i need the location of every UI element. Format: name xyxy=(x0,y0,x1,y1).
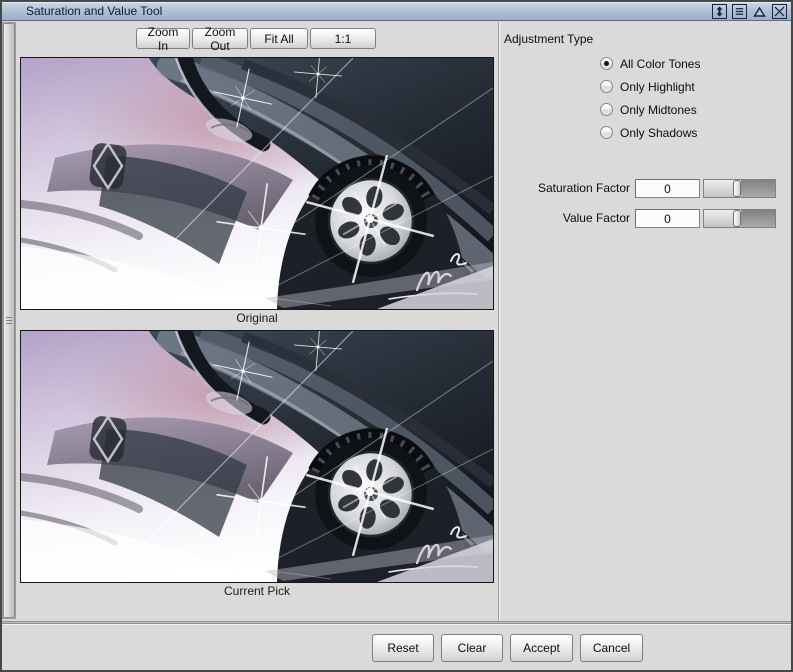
horizontal-divider xyxy=(2,621,791,624)
value-factor-input[interactable] xyxy=(635,209,700,228)
saturation-factor-label: Saturation Factor xyxy=(537,181,630,195)
radio-only-shadows[interactable]: Only Shadows xyxy=(600,121,700,144)
action-bar: Reset Clear Accept Cancel xyxy=(372,634,643,662)
preview-image-current-pick[interactable] xyxy=(20,330,494,583)
preview-image-original[interactable] xyxy=(20,57,494,310)
radio-label: Only Highlight xyxy=(620,79,695,94)
slider-track-dark xyxy=(741,210,775,227)
window-titlebar[interactable]: Saturation and Value Tool xyxy=(2,2,791,21)
scrollbar-thumb[interactable] xyxy=(3,23,15,618)
radio-button-icon[interactable] xyxy=(600,57,613,70)
radio-only-highlight[interactable]: Only Highlight xyxy=(600,75,700,98)
left-scrollbar[interactable] xyxy=(2,22,16,619)
fit-all-button[interactable]: Fit All xyxy=(250,28,308,49)
radio-label: All Color Tones xyxy=(620,56,701,71)
zoom-in-button[interactable]: Zoom In xyxy=(136,25,190,53)
adjustment-type-label: Adjustment Type xyxy=(504,32,594,46)
window-controls xyxy=(712,3,787,20)
radio-button-icon[interactable] xyxy=(600,126,613,139)
zoom-out-button[interactable]: Zoom Out xyxy=(192,25,248,53)
original-caption: Original xyxy=(236,311,278,325)
close-icon[interactable] xyxy=(772,4,787,19)
radio-all-color-tones[interactable]: All Color Tones xyxy=(600,52,700,75)
radio-label: Only Shadows xyxy=(620,125,698,140)
window-title: Saturation and Value Tool xyxy=(26,4,163,18)
slider-track-dark xyxy=(741,180,775,197)
saturation-value-tool-window: Saturation and Value Tool Zoom In Zoom O… xyxy=(0,0,793,672)
scrollbar-grip-icon xyxy=(6,316,12,325)
value-factor-label: Value Factor xyxy=(562,211,630,225)
vertical-divider xyxy=(498,22,499,620)
slider-handle[interactable] xyxy=(733,180,742,197)
shade-icon[interactable] xyxy=(752,4,767,19)
saturation-factor-slider[interactable] xyxy=(703,179,776,198)
slider-handle[interactable] xyxy=(733,210,742,227)
radio-label: Only Midtones xyxy=(620,102,697,117)
accept-button[interactable]: Accept xyxy=(510,634,573,662)
clear-button[interactable]: Clear xyxy=(441,634,503,662)
one-to-one-button[interactable]: 1:1 xyxy=(310,28,376,49)
zoom-toolbar: Zoom In Zoom Out Fit All 1:1 xyxy=(136,25,376,53)
saturation-factor-input[interactable] xyxy=(635,179,700,198)
reset-button[interactable]: Reset xyxy=(372,634,434,662)
radio-button-icon[interactable] xyxy=(600,103,613,116)
radio-only-midtones[interactable]: Only Midtones xyxy=(600,98,700,121)
cancel-button[interactable]: Cancel xyxy=(580,634,643,662)
current-pick-caption: Current Pick xyxy=(223,584,291,598)
adjustment-type-radio-group: All Color Tones Only Highlight Only Midt… xyxy=(600,52,700,144)
window-menu-icon[interactable] xyxy=(732,4,747,19)
radio-button-icon[interactable] xyxy=(600,80,613,93)
value-factor-slider[interactable] xyxy=(703,209,776,228)
resize-vertical-icon[interactable] xyxy=(712,4,727,19)
